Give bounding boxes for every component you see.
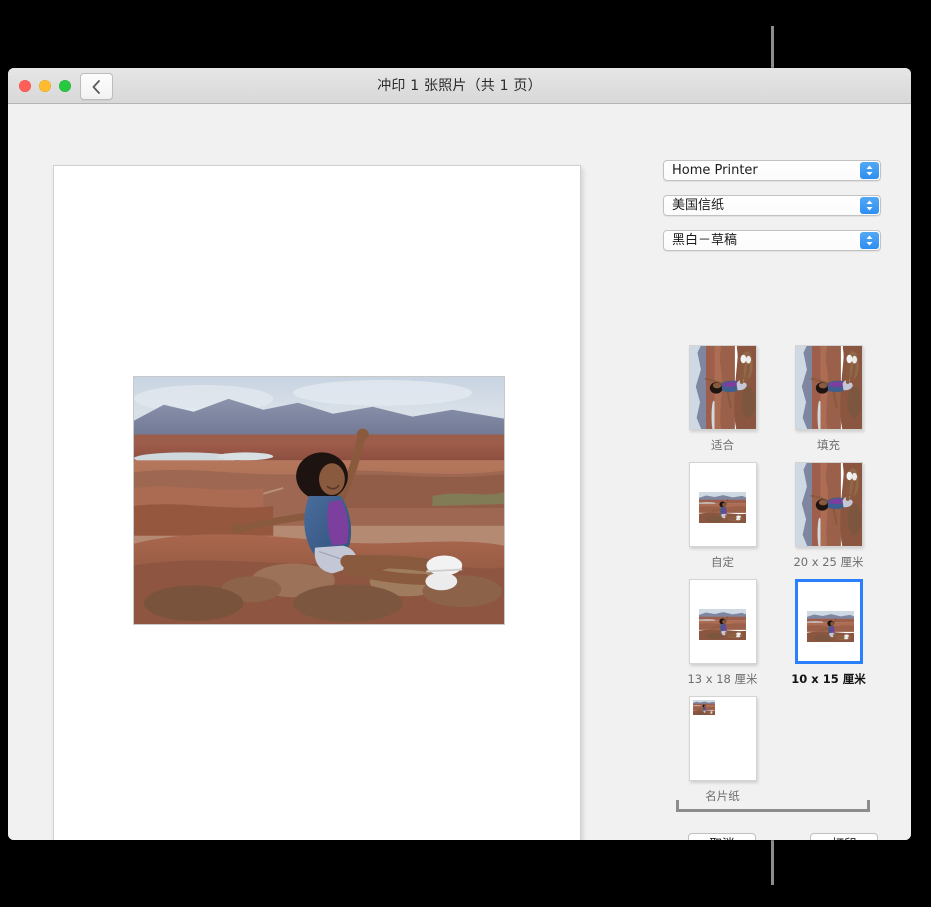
print-options-panel: Home Printer 美国信纸 黑白－草稿	[663, 160, 888, 265]
layout-option-label: 13 x 18 厘米	[687, 672, 758, 686]
layout-thumbnail-20x25	[794, 462, 863, 547]
page-title: 冲印 1 张照片（共 1 页）	[377, 78, 542, 94]
thumbnail-photo	[692, 700, 715, 715]
thumbnail-photo	[806, 611, 854, 642]
layout-option-13x18[interactable]: 13 x 18 厘米	[677, 579, 768, 687]
preset-popup-label: 黑白－草稿	[672, 233, 738, 248]
layout-option-label: 20 x 25 厘米	[793, 555, 864, 569]
layout-thumbnail-fit	[688, 345, 757, 430]
layout-option-fit[interactable]: 适合	[677, 345, 768, 453]
thumbnail-photo	[795, 346, 862, 429]
layout-thumbnail-grid: 适合 填充自定 20 x 25 厘米 13 x 18 厘米 10 x 15 厘米名片纸	[677, 345, 887, 813]
layout-option-20x25[interactable]: 20 x 25 厘米	[783, 462, 874, 570]
layout-option-label: 自定	[711, 555, 734, 569]
layout-option-label: 10 x 15 厘米	[791, 672, 866, 686]
layout-row: 自定 20 x 25 厘米	[677, 462, 887, 570]
paper-size-popup-button[interactable]: 美国信纸	[663, 195, 881, 216]
layout-row: 适合 填充	[677, 345, 887, 453]
layout-option-label: 适合	[711, 438, 734, 452]
thumbnail-photo	[698, 609, 746, 640]
preview-photo	[133, 376, 505, 625]
printer-popup-button[interactable]: Home Printer	[663, 160, 881, 181]
layout-option-10x15[interactable]: 10 x 15 厘米	[783, 579, 874, 687]
cancel-button[interactable]: 取消	[688, 833, 756, 840]
layout-thumbnail-10x15	[794, 579, 863, 664]
thumbnail-photo	[689, 346, 756, 429]
stepper-up-down-icon[interactable]	[860, 162, 879, 179]
layout-thumbnail-custom	[688, 462, 757, 547]
layout-option-business[interactable]: 名片纸	[677, 696, 768, 804]
layout-thumbnail-fill	[794, 345, 863, 430]
paper-size-popup-label: 美国信纸	[672, 198, 725, 213]
stepper-up-down-icon[interactable]	[860, 232, 879, 249]
printer-popup-label: Home Printer	[672, 163, 758, 178]
stepper-up-down-icon[interactable]	[860, 197, 879, 214]
layout-option-custom[interactable]: 自定	[677, 462, 768, 570]
layout-option-fill[interactable]: 填充	[783, 345, 874, 453]
photo-canyon-woman	[134, 377, 504, 624]
layout-option-label: 填充	[817, 438, 840, 452]
layout-thumbnail-13x18	[688, 579, 757, 664]
thumbnail-photo	[698, 492, 746, 523]
layout-row: 名片纸	[677, 696, 887, 804]
dialog-content: Home Printer 美国信纸 黑白－草稿 适合 填充 自定 20 x 25…	[8, 105, 911, 840]
print-preview-page	[53, 165, 581, 840]
window-titlebar: 冲印 1 张照片（共 1 页）	[8, 68, 911, 104]
thumbnail-photo	[795, 463, 862, 546]
print-button[interactable]: 打印	[810, 833, 878, 840]
layout-thumbnail-business	[688, 696, 757, 781]
bracket-underline	[676, 799, 870, 812]
print-dialog-window: 冲印 1 张照片（共 1 页） Home Printer 美国信纸 黑白－草稿 …	[8, 68, 911, 840]
layout-row: 13 x 18 厘米 10 x 15 厘米	[677, 579, 887, 687]
dialog-button-row: 取消 打印	[688, 833, 878, 840]
preset-popup-button[interactable]: 黑白－草稿	[663, 230, 881, 251]
